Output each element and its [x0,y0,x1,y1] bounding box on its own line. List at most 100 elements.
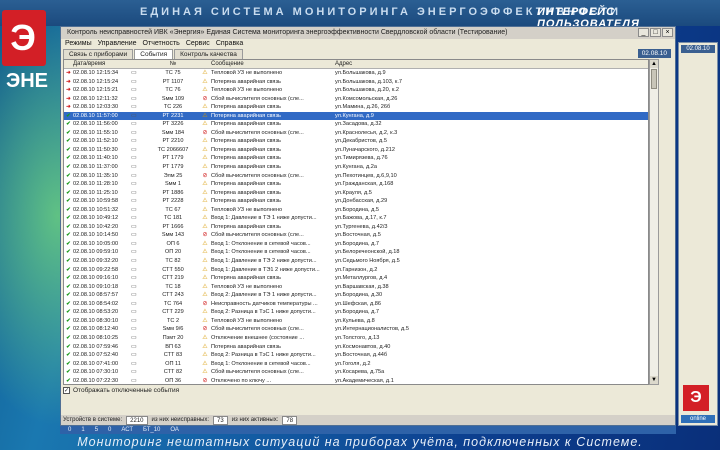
table-row[interactable]: ✔ 02.08.10 10:51:32 ▭ ТС 67 ⚠ Тепловой УЗ не … [64,206,648,215]
table-row[interactable]: ✔ 02.08.10 08:54:02 ▭ ТС 764 ⊘ Неисправность … [64,300,648,309]
cell-number: РТ 1779 [162,155,184,162]
table-row[interactable]: ✔ 02.08.10 11:52:10 ▭ РТ 2210 ⚠ Потеряна авар… [64,137,648,146]
show-disabled-checkbox[interactable]: ✓ [63,387,70,394]
close-button[interactable]: × [662,28,673,37]
table-row[interactable]: ✔ 02.08.10 10:49:12 ▭ ТС 181 ⚠ Вход 1: Давлен… [64,214,648,223]
table-row[interactable]: ➜ 02.08.10 12:15:24 ▭ РТ 1107 ⚠ Потеряна авар… [64,78,648,87]
cell-number: ОП 20 [164,249,182,256]
meter-icon: ▭ [131,95,137,102]
table-row[interactable]: ✔ 02.08.10 08:10:25 ▭ Пзмт 20 ⚠ Отключение вн… [64,334,648,343]
tab-device-link[interactable]: Связь с приборами [63,49,134,59]
cell-datetime: 02.08.10 10:14:50 [73,232,119,239]
window-titlebar[interactable]: Контроль неисправностей ИВК «Энергия» Ед… [61,27,675,39]
table-row[interactable]: ✔ 02.08.10 07:22:30 ▭ ОП 36 ⊘ Отключено по кл… [64,377,648,384]
application-window: Контроль неисправностей ИВК «Энергия» Ед… [60,26,676,426]
scroll-up-icon[interactable]: ▲ [650,60,658,68]
table-row[interactable]: ✔ 02.08.10 09:10:18 ▭ ТС 18 ⚠ Тепловой УЗ не … [64,283,648,292]
cell-address: ул.Восточная, д.5 [335,232,381,239]
cell-number: СТТ 82 [163,369,183,376]
cell-message: Потеряна аварийная связь [211,343,281,350]
meter-icon: ▭ [131,215,137,222]
table-row[interactable]: ➜ 02.08.10 12:15:21 ▭ ТС 76 ⚠ Тепловой УЗ не … [64,86,648,95]
table-row[interactable]: ✔ 02.08.10 11:50:30 ▭ ТС 2066607 ⚠ Потеряна а… [64,146,648,155]
cell-datetime: 02.08.10 11:35:10 [73,172,118,179]
table-row[interactable]: ✔ 02.08.10 10:05:00 ▭ ОП 6 ⚠ Вход 1: Отклонен… [64,240,648,249]
cell-datetime: 02.08.10 09:16:10 [73,275,119,282]
strip-item: АСТ [121,427,134,433]
cell-address: ул.Кунгана, д.2а [335,164,378,171]
menu-modes[interactable]: Режимы [65,39,92,49]
table-row[interactable]: ✔ 02.08.10 10:59:58 ▭ РТ 2228 ⚠ Потеряна авар… [64,197,648,206]
cell-datetime: 02.08.10 12:11:32 [73,95,118,102]
check-icon: ✔ [66,275,71,282]
list-scrollbar[interactable]: ▲ ▼ [649,59,659,385]
table-row[interactable]: ➜ 02.08.10 12:11:32 ▭ Sмм 109 ⊘ Сбой вычислит… [64,95,648,104]
cell-number: Пзмт 20 [162,334,184,341]
cell-number: ТС 181 [163,215,183,222]
table-row[interactable]: ✔ 02.08.10 07:41:00 ▭ ОП 11 ⚠ Вход 1: Отклоне… [64,360,648,369]
cell-message: Отключено по ключу ... [211,377,272,384]
table-row[interactable]: ✔ 02.08.10 08:12:40 ▭ Sмм 9/6 ⊘ Сбой вычислит… [64,325,648,334]
table-row[interactable]: ✔ 02.08.10 08:57:57 ▭ СТТ 243 ⚠ Вход 2: Давле… [64,291,648,300]
check-icon: ✔ [66,343,71,350]
strip-item: БТ_10 [143,427,161,433]
table-row[interactable]: ✔ 02.08.10 08:53:20 ▭ СТТ 229 ⚠ Вход 2: Разни… [64,308,648,317]
scroll-down-icon[interactable]: ▼ [650,376,658,384]
check-icon: ✔ [66,258,71,265]
meter-icon: ▭ [131,155,137,162]
menu-reports[interactable]: Отчетность [143,39,180,49]
maximize-button[interactable]: □ [650,28,661,37]
alarm-arrow-icon: ➜ [66,78,71,85]
cell-number: Sмм 143 [161,232,185,239]
warning-icon: ⚠ [202,275,208,282]
cell-datetime: 02.08.10 08:57:57 [73,292,119,299]
cell-number: Элм 25 [163,172,183,179]
table-row[interactable]: ✔ 02.08.10 11:35:10 ▭ Элм 25 ⊘ Сбой вычислите… [64,172,648,181]
cell-message: Потеряна аварийная связь [211,121,281,128]
column-number[interactable]: № [147,60,199,68]
table-row[interactable]: ✔ 02.08.10 09:22:58 ▭ СТТ 550 ⚠ Вход 1: Давле… [64,266,648,275]
check-icon: ✔ [66,292,71,299]
table-row[interactable]: ✔ 02.08.10 11:25:10 ▭ РТ 1886 ⚠ Потеряна авар… [64,189,648,198]
meter-icon: ▭ [131,138,137,145]
menu-service[interactable]: Сервис [186,39,210,49]
table-row[interactable]: ✔ 02.08.10 11:56:00 ▭ РТ 3226 ⚠ Потеряна авар… [64,120,648,129]
table-row[interactable]: ✔ 02.08.10 11:57:00 ▭ РТ 2231 ⚠ Потеряна авар… [64,111,648,121]
table-row[interactable]: ✔ 02.08.10 11:40:10 ▭ РТ 1779 ⚠ Потеряна авар… [64,154,648,163]
table-row[interactable]: ✔ 02.08.10 07:30:10 ▭ СТТ 82 ⚠ Сбой вычислите… [64,368,648,377]
table-row[interactable]: ✔ 02.08.10 07:52:40 ▭ СТТ 83 ⚠ Вход 2: Разниц… [64,351,648,360]
table-row[interactable]: ✔ 02.08.10 11:28:10 ▭ Sмм 1 ⚠ Потеряна аварий… [64,180,648,189]
table-row[interactable]: ✔ 02.08.10 09:59:10 ▭ ОП 20 ⚠ Вход 1: Отклоне… [64,248,648,257]
table-row[interactable]: ➜ 02.08.10 12:03:30 ▭ ТС 226 ⚠ Потеряна авари… [64,103,648,112]
column-datetime[interactable]: Дата/время [73,60,131,68]
table-row[interactable]: ✔ 02.08.10 10:42:20 ▭ РТ 1666 ⚠ Потеряна авар… [64,223,648,232]
column-message[interactable]: Сообщение [211,60,329,68]
warning-icon: ⚠ [202,138,208,145]
table-row[interactable]: ✔ 02.08.10 10:14:50 ▭ Sмм 143 ⊘ Сбой вычислит… [64,231,648,240]
cell-address: ул.Мамина, д.26, 26б [335,104,391,111]
scroll-thumb[interactable] [651,69,657,89]
cell-datetime: 02.08.10 08:53:20 [73,309,119,316]
menu-control[interactable]: Управление [98,39,137,49]
table-row[interactable]: ✔ 02.08.10 09:16:10 ▭ СТТ 219 ⚠ Потеряна авар… [64,274,648,283]
table-row[interactable]: ✔ 02.08.10 09:32:20 ▭ ТС 82 ⚠ Вход 1: Давлени… [64,257,648,266]
warning-icon: ⚠ [202,70,208,76]
cell-datetime: 02.08.10 08:30:10 [73,317,119,324]
minimize-button[interactable]: _ [638,28,649,37]
tab-bar: Связь с приборами События Контроль качес… [61,49,675,59]
tab-quality-control[interactable]: Контроль качества [174,49,243,59]
cell-address: ул.Луначарского, д.212 [335,146,395,153]
tab-events[interactable]: События [134,49,174,59]
table-row[interactable]: ✔ 02.08.10 07:59:46 ▭ ВП 63 ⚠ Потеряна аварий… [64,343,648,352]
table-row[interactable]: ✔ 02.08.10 11:37:00 ▭ РТ 1779 ⚠ Потеряна авар… [64,163,648,172]
stop-icon: ⊘ [202,326,208,333]
cell-message: Потеряна аварийная связь [211,155,281,162]
table-row[interactable]: ✔ 02.08.10 08:30:10 ▭ ТС 2 ⚠ Тепловой УЗ не в… [64,317,648,326]
cell-message: Неисправность датчиков температуры ... [211,300,318,307]
menu-help[interactable]: Справка [216,39,243,49]
table-row[interactable]: ➜ 02.08.10 12:15:34 ▭ ТС 75 ⚠ Тепловой УЗ не … [64,69,648,78]
column-address[interactable]: Адрес [335,60,648,68]
table-row[interactable]: ✔ 02.08.10 11:55:10 ▭ Sмм 184 ⊘ Сбой вычислит… [64,129,648,138]
cell-message: Сбой вычислителя основных (сле... [211,172,304,179]
cell-datetime: 02.08.10 08:54:02 [73,300,119,307]
